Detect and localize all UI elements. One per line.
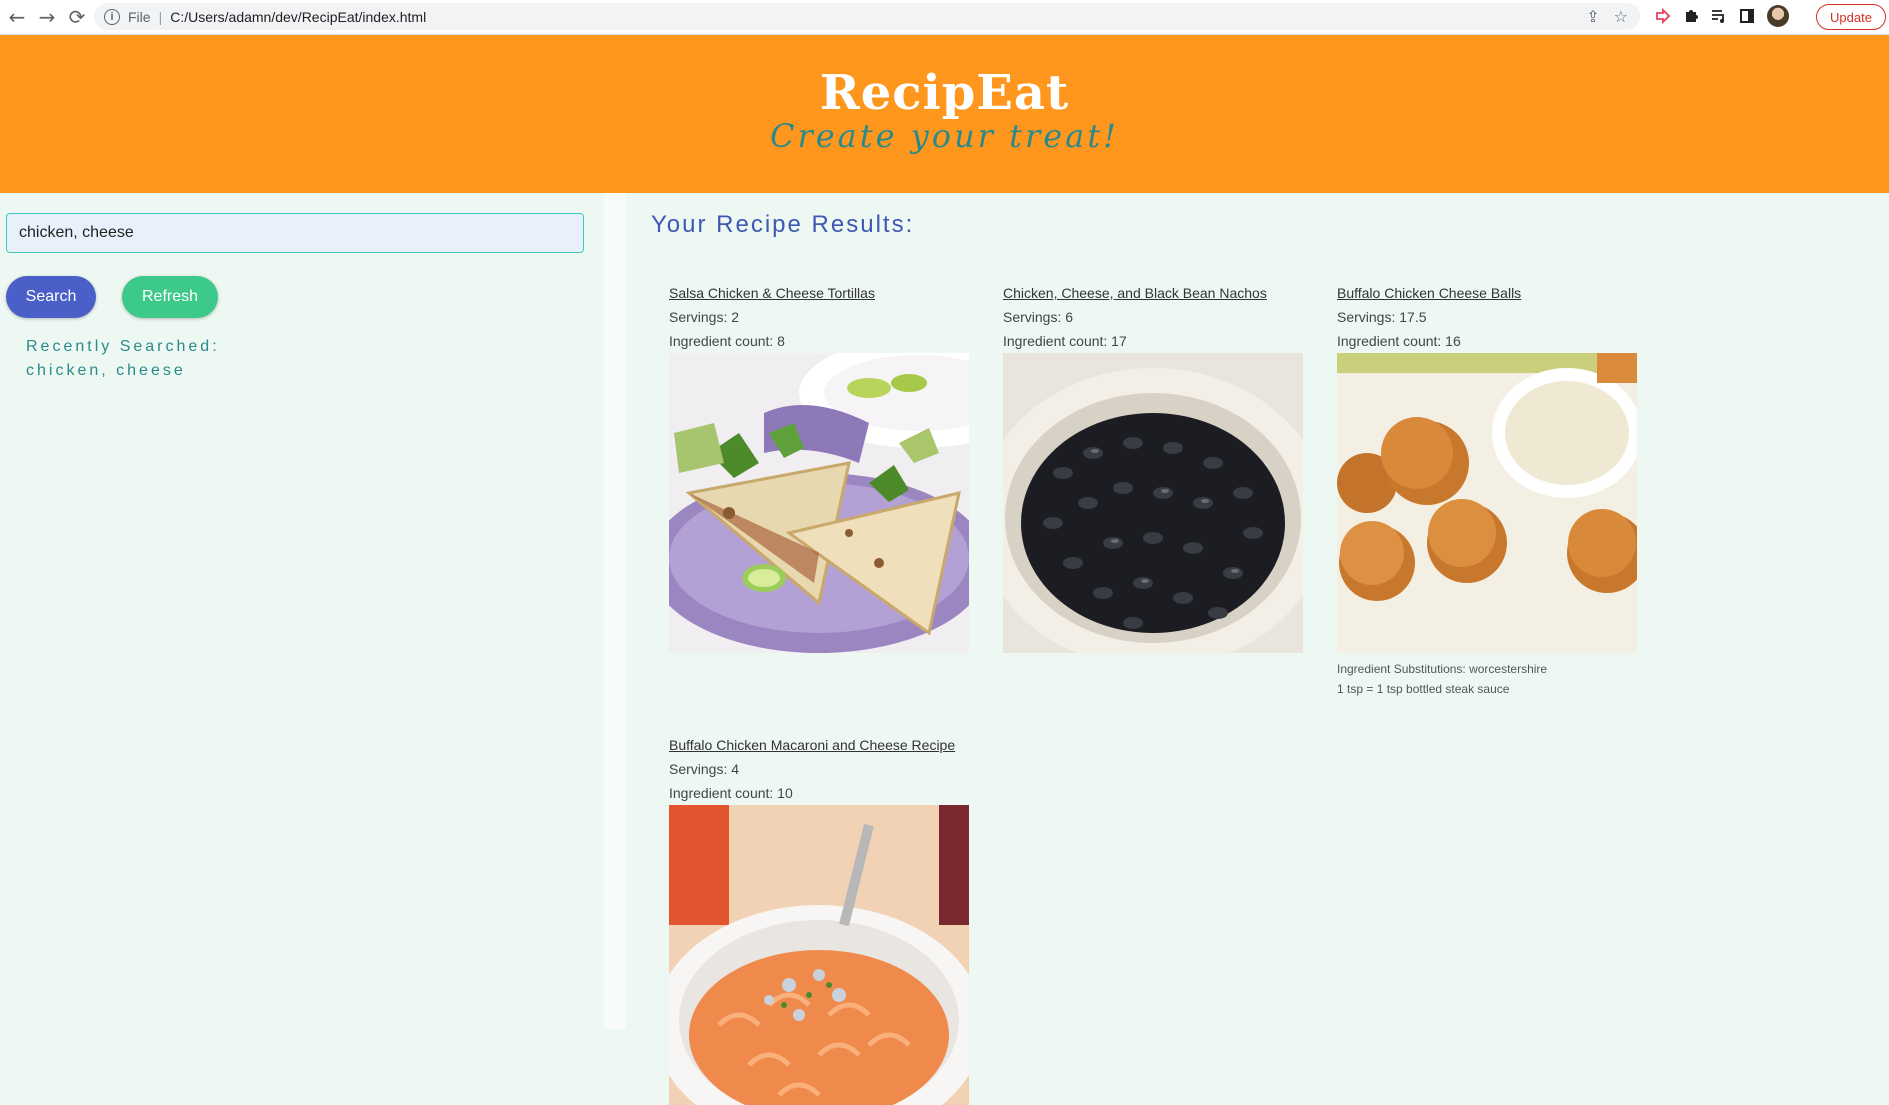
- ingredient-substitution-text: Ingredient Substitutions: worcestershire…: [1337, 662, 1548, 696]
- recipe-card: Buffalo Chicken Cheese Balls Servings: 1…: [1337, 281, 1637, 699]
- quesadilla-photo: [669, 353, 969, 653]
- profile-avatar[interactable]: [1767, 5, 1789, 27]
- reload-icon[interactable]: ⟳: [64, 4, 90, 30]
- search-sidebar: Search Refresh Recently Searched: chicke…: [0, 193, 604, 1029]
- ingredient-count-text: Ingredient count: 17: [1003, 333, 1127, 349]
- results-panel: Your Recipe Results: Salsa Chicken & Che…: [626, 193, 1889, 1105]
- cheese-balls-photo: [1337, 353, 1637, 653]
- column-divider: [604, 193, 626, 1029]
- recipe-title-link[interactable]: Buffalo Chicken Macaroni and Cheese Reci…: [669, 733, 969, 757]
- servings-text: Servings: 2: [669, 309, 740, 325]
- tagline: Create your treat!: [769, 117, 1120, 155]
- forward-icon[interactable]: →: [34, 4, 60, 30]
- results-title: Your Recipe Results:: [651, 211, 915, 238]
- back-icon[interactable]: ←: [4, 4, 30, 30]
- search-button[interactable]: Search: [6, 276, 96, 318]
- separator: |: [158, 8, 163, 25]
- mac-cheese-photo: [669, 805, 969, 1105]
- servings-text: Servings: 4: [669, 761, 740, 777]
- recipe-title-link[interactable]: Buffalo Chicken Cheese Balls: [1337, 281, 1637, 305]
- ingredient-count-text: Ingredient count: 16: [1337, 333, 1461, 349]
- protocol-label: File: [128, 8, 151, 25]
- site-header: RecipEat Create your treat!: [0, 35, 1889, 193]
- ingredient-count-text: Ingredient count: 8: [669, 333, 785, 349]
- brand-logo: RecipEat: [819, 65, 1070, 121]
- servings-text: Servings: 6: [1003, 309, 1074, 325]
- address-bar[interactable]: i File | C:/Users/adamn/dev/RecipEat/ind…: [94, 3, 1640, 30]
- url-text[interactable]: C:/Users/adamn/dev/RecipEat/index.html: [170, 9, 426, 25]
- ingredient-count-text: Ingredient count: 10: [669, 785, 793, 801]
- recipe-card: Chicken, Cheese, and Black Bean Nachos S…: [1003, 281, 1303, 653]
- browser-toolbar: ← → ⟳ i File | C:/Users/adamn/dev/RecipE…: [0, 0, 1889, 35]
- recipe-title-link[interactable]: Salsa Chicken & Cheese Tortillas: [669, 281, 969, 305]
- puzzle-icon[interactable]: [1683, 8, 1699, 24]
- share-icon[interactable]: ⇪: [1586, 7, 1599, 26]
- info-icon[interactable]: i: [104, 8, 120, 25]
- servings-text: Servings: 17.5: [1337, 309, 1427, 325]
- search-input[interactable]: [6, 213, 584, 253]
- recently-searched-label: Recently Searched:: [26, 338, 220, 355]
- media-queue-icon[interactable]: [1711, 8, 1727, 24]
- recipe-card: Salsa Chicken & Cheese Tortillas Serving…: [669, 281, 969, 653]
- recipe-title-link[interactable]: Chicken, Cheese, and Black Bean Nachos: [1003, 281, 1303, 305]
- update-button[interactable]: Update: [1816, 4, 1886, 30]
- bookmark-star-icon[interactable]: ☆: [1614, 7, 1628, 26]
- black-beans-photo: [1003, 353, 1303, 653]
- recipe-card: Buffalo Chicken Macaroni and Cheese Reci…: [669, 733, 969, 1105]
- extension-arrow-icon[interactable]: [1655, 8, 1671, 24]
- side-panel-icon[interactable]: [1739, 8, 1755, 24]
- recent-search-item[interactable]: chicken, cheese: [26, 362, 186, 380]
- refresh-button[interactable]: Refresh: [122, 276, 218, 318]
